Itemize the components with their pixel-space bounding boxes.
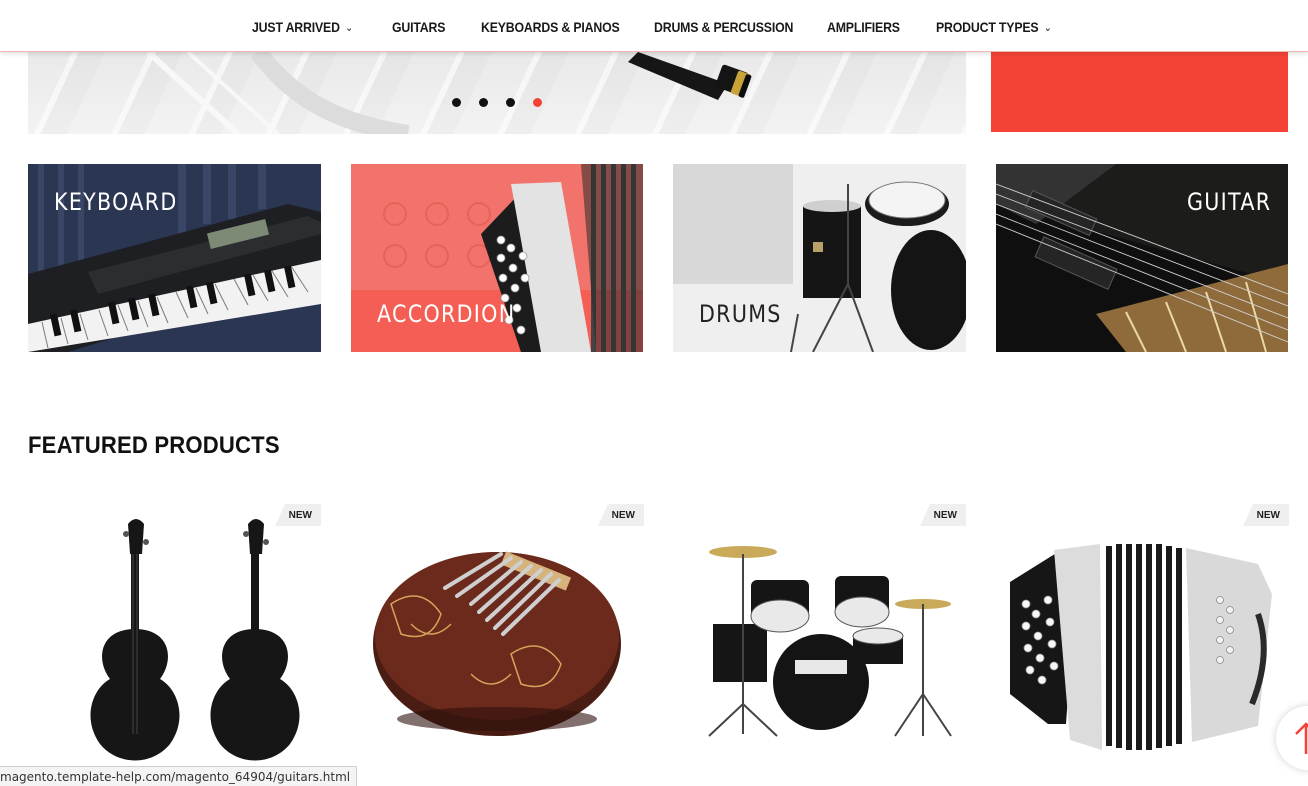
status-url: magento.template-help.com/magento_64904/…	[0, 770, 351, 784]
category-label: DRUMS	[699, 300, 782, 328]
kalimba-image[interactable]	[351, 504, 643, 786]
product-card-drum-kit[interactable]: NEW	[673, 504, 966, 786]
nav-item-label: DRUMS & PERCUSSION	[654, 19, 794, 35]
hero-instrument-image	[145, 52, 752, 134]
drum-kit-image[interactable]	[673, 504, 966, 786]
slider-dot-1[interactable]	[452, 98, 461, 107]
nav-item-guitars[interactable]: GUITARS	[392, 19, 445, 35]
accordion-image[interactable]	[996, 504, 1288, 786]
promo-banner[interactable]	[991, 52, 1288, 132]
product-card-kalimba[interactable]: NEW	[351, 504, 644, 786]
browser-status-bar: magento.template-help.com/magento_64904/…	[0, 766, 358, 786]
category-label: KEYBOARD	[54, 188, 178, 216]
nav-item-label: PRODUCT TYPES	[936, 19, 1039, 35]
arrow-up-icon	[1295, 722, 1308, 754]
nav-item-label: KEYBOARDS & PIANOS	[481, 19, 620, 35]
category-tile-accordion[interactable]: ACCORDION	[351, 164, 644, 352]
slider-dot-3[interactable]	[506, 98, 515, 107]
slider-dot-4[interactable]	[533, 98, 542, 107]
violin-image[interactable]	[28, 504, 321, 786]
chevron-down-icon: ⌄	[345, 22, 354, 34]
category-label: ACCORDION	[377, 300, 516, 328]
chevron-down-icon: ⌄	[1043, 22, 1052, 34]
product-card-violin[interactable]: NEW	[28, 504, 321, 786]
slider-dot-2[interactable]	[479, 98, 488, 107]
nav-item-label: GUITARS	[392, 19, 446, 35]
product-card-accordion[interactable]: NEW	[996, 504, 1289, 786]
nav-item-just-arrived[interactable]: JUST ARRIVED ⌄	[252, 19, 353, 35]
category-tile-drums[interactable]: DRUMS	[673, 164, 966, 352]
nav-item-keyboards-pianos[interactable]: KEYBOARDS & PIANOS	[481, 19, 620, 35]
section-title: FEATURED PRODUCTS	[28, 432, 280, 459]
nav-item-product-types[interactable]: PRODUCT TYPES ⌄	[936, 19, 1052, 35]
category-tile-guitar[interactable]: GUITAR	[996, 164, 1289, 352]
hero-slider	[28, 52, 966, 134]
main-navigation: JUST ARRIVED ⌄ GUITARS KEYBOARDS & PIANOS…	[0, 0, 1308, 52]
nav-item-drums-percussion[interactable]: DRUMS & PERCUSSION	[654, 19, 793, 35]
category-label: GUITAR	[1187, 188, 1272, 216]
category-tile-keyboard[interactable]: KEYBOARD	[28, 164, 321, 352]
nav-item-amplifiers[interactable]: AMPLIFIERS	[827, 19, 900, 35]
nav-item-label: AMPLIFIERS	[827, 19, 900, 35]
nav-item-label: JUST ARRIVED	[252, 19, 340, 35]
